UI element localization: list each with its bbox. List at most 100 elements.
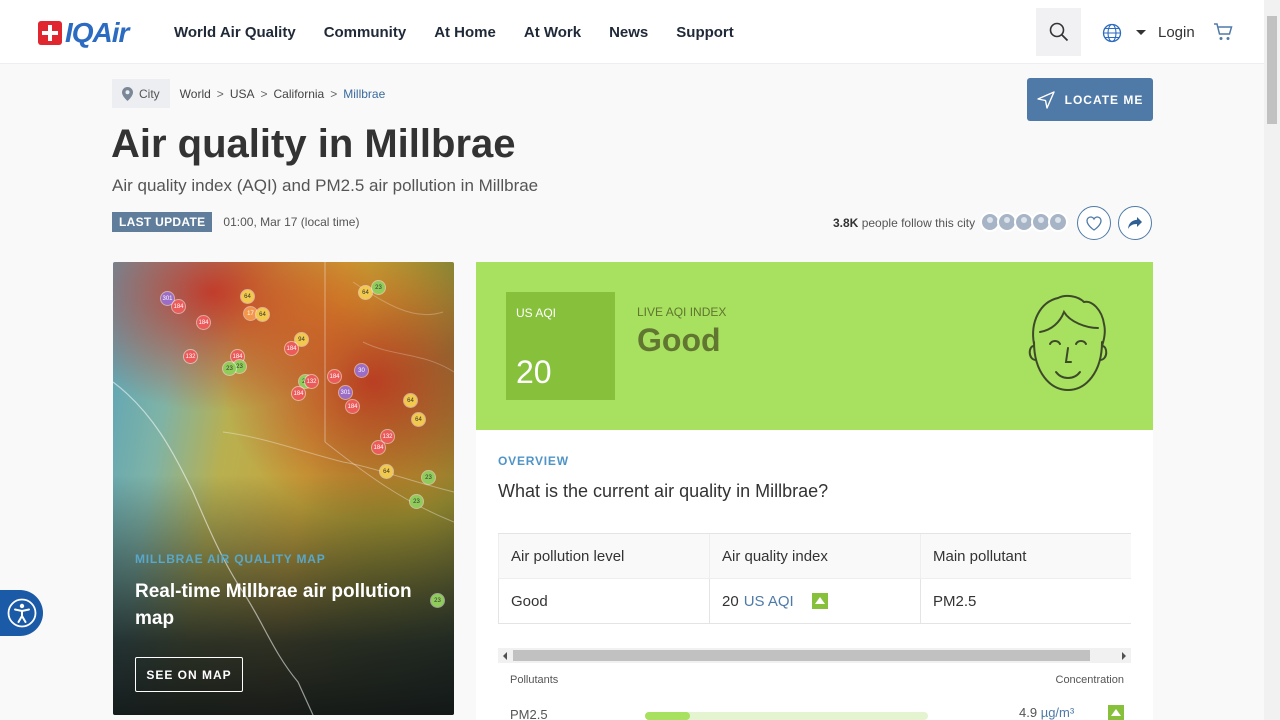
- scrollbar-thumb[interactable]: [513, 650, 1090, 661]
- iqair-logo[interactable]: IQAir: [38, 17, 129, 49]
- breadcrumb-usa[interactable]: USA: [230, 87, 255, 101]
- pollutant-name: PM2.5: [510, 707, 548, 720]
- scroll-right-icon[interactable]: [1122, 652, 1126, 660]
- city-tag: City: [112, 79, 170, 108]
- map-marker[interactable]: 23: [372, 281, 385, 294]
- index-unit: US AQI: [743, 592, 794, 610]
- pollutant-level-up-icon: [1108, 705, 1124, 720]
- page-title: Air quality in Millbrae: [111, 122, 516, 166]
- breadcrumb-california[interactable]: California: [274, 87, 325, 101]
- search-button[interactable]: [1036, 8, 1081, 56]
- smiling-face-icon: [1028, 294, 1108, 392]
- scroll-left-icon[interactable]: [503, 652, 507, 660]
- locate-me-button[interactable]: LOCATE ME: [1027, 78, 1153, 121]
- map-marker[interactable]: 64: [241, 290, 254, 303]
- follower-count: 3.8K people follow this city: [833, 216, 975, 230]
- map-marker[interactable]: 184: [292, 387, 305, 400]
- accessibility-button[interactable]: [0, 590, 43, 636]
- map-kicker: MILLBRAE AIR QUALITY MAP: [135, 552, 326, 566]
- overview-table: Air pollution level Air quality index Ma…: [498, 533, 1131, 624]
- map-marker[interactable]: 184: [372, 441, 385, 454]
- concentration-value: 4.9: [1019, 705, 1038, 720]
- chevron-down-icon[interactable]: [1136, 30, 1146, 35]
- menu-item-community[interactable]: Community: [324, 24, 407, 41]
- map-marker[interactable]: 64: [404, 394, 417, 407]
- air-quality-map-card[interactable]: 3011841846417646423132941841842323233018…: [113, 262, 454, 715]
- locate-me-label: LOCATE ME: [1064, 92, 1144, 107]
- table-header-row: Air pollution level Air quality index Ma…: [498, 534, 1131, 579]
- navigation-arrow-icon: [1036, 90, 1055, 109]
- city-tag-label: City: [139, 86, 160, 101]
- map-marker[interactable]: 132: [184, 350, 197, 363]
- table-row: Good 20 US AQI PM2.5: [498, 579, 1131, 624]
- login-link[interactable]: Login: [1158, 24, 1195, 41]
- cell-air-quality-index: 20 US AQI: [709, 579, 920, 623]
- map-marker[interactable]: 184: [197, 316, 210, 329]
- search-icon: [1049, 22, 1068, 42]
- menu-item-world-air-quality[interactable]: World Air Quality: [174, 24, 296, 41]
- map-marker[interactable]: 132: [305, 375, 318, 388]
- avatar: [1048, 212, 1068, 232]
- menu-item-news[interactable]: News: [609, 24, 648, 41]
- map-marker[interactable]: 30: [355, 364, 368, 377]
- aqi-header: US AQI 20 LIVE AQI INDEX Good: [476, 262, 1153, 430]
- heart-icon: [1086, 215, 1102, 231]
- map-marker[interactable]: 23: [410, 495, 423, 508]
- map-marker[interactable]: 301: [339, 386, 352, 399]
- breadcrumb: City World > USA > California > Millbrae: [112, 79, 385, 108]
- location-pin-icon: [122, 86, 133, 101]
- menu-item-support[interactable]: Support: [676, 24, 734, 41]
- menu-item-at-work[interactable]: At Work: [524, 24, 581, 41]
- map-marker[interactable]: 184: [328, 370, 341, 383]
- last-update-badge: LAST UPDATE: [112, 212, 213, 232]
- breadcrumb-millbrae[interactable]: Millbrae: [343, 87, 385, 101]
- pollutants-column-label: Pollutants: [510, 674, 559, 686]
- swiss-cross-icon: [38, 21, 62, 45]
- follower-avatars: [980, 212, 1068, 232]
- header-main-pollutant: Main pollutant: [920, 534, 1131, 578]
- page-subtitle: Air quality index (AQI) and PM2.5 air po…: [112, 176, 539, 195]
- cart-button[interactable]: [1213, 22, 1233, 47]
- aqi-value-box: US AQI 20: [506, 292, 615, 400]
- breadcrumb-separator: >: [260, 86, 268, 101]
- pollutant-concentration: 4.9 µg/m³: [1019, 705, 1074, 720]
- see-on-map-button[interactable]: SEE ON MAP: [135, 657, 243, 692]
- map-heading: Real-time Millbrae air pollution map: [135, 581, 412, 629]
- last-update: LAST UPDATE 01:00, Mar 17 (local time): [112, 212, 359, 232]
- map-marker[interactable]: 184: [285, 342, 298, 355]
- map-coastline: [113, 262, 454, 715]
- scrollbar-thumb[interactable]: [1267, 16, 1277, 124]
- map-marker[interactable]: 184: [346, 400, 359, 413]
- index-value: 20: [722, 592, 739, 610]
- aqi-value: 20: [516, 354, 552, 390]
- last-update-time: 01:00, Mar 17 (local time): [223, 215, 360, 229]
- page-scrollbar[interactable]: [1264, 0, 1280, 720]
- header-pollution-level: Air pollution level: [498, 534, 709, 578]
- cell-main-pollutant: PM2.5: [920, 579, 1131, 623]
- aqi-label: US AQI: [516, 306, 557, 320]
- cell-pollution-level: Good: [498, 579, 709, 623]
- share-button[interactable]: [1118, 206, 1152, 240]
- language-selector[interactable]: [1102, 23, 1122, 48]
- overview-question: What is the current air quality in Millb…: [498, 481, 829, 501]
- table-horizontal-scrollbar[interactable]: [498, 648, 1131, 663]
- concentration-column-label: Concentration: [1055, 674, 1125, 686]
- map-marker[interactable]: 184: [172, 300, 185, 313]
- map-marker[interactable]: 132: [381, 430, 394, 443]
- concentration-unit: µg/m³: [1040, 705, 1075, 720]
- map-marker[interactable]: 23: [223, 362, 236, 375]
- follow-button[interactable]: [1077, 206, 1111, 240]
- map-marker[interactable]: 64: [412, 413, 425, 426]
- map-marker[interactable]: 23: [422, 471, 435, 484]
- cart-icon: [1214, 23, 1233, 40]
- live-aqi-label: LIVE AQI INDEX: [637, 305, 727, 319]
- breadcrumb-separator: >: [330, 86, 338, 101]
- breadcrumb-world[interactable]: World: [180, 87, 211, 101]
- aqi-status: Good: [637, 322, 721, 358]
- main-menu: World Air Quality Community At Home At W…: [174, 0, 762, 64]
- map-marker[interactable]: 64: [359, 286, 372, 299]
- menu-item-at-home[interactable]: At Home: [434, 24, 496, 41]
- map-marker[interactable]: 64: [380, 465, 393, 478]
- map-marker[interactable]: 64: [256, 308, 269, 321]
- follower-number: 3.8K: [833, 216, 859, 230]
